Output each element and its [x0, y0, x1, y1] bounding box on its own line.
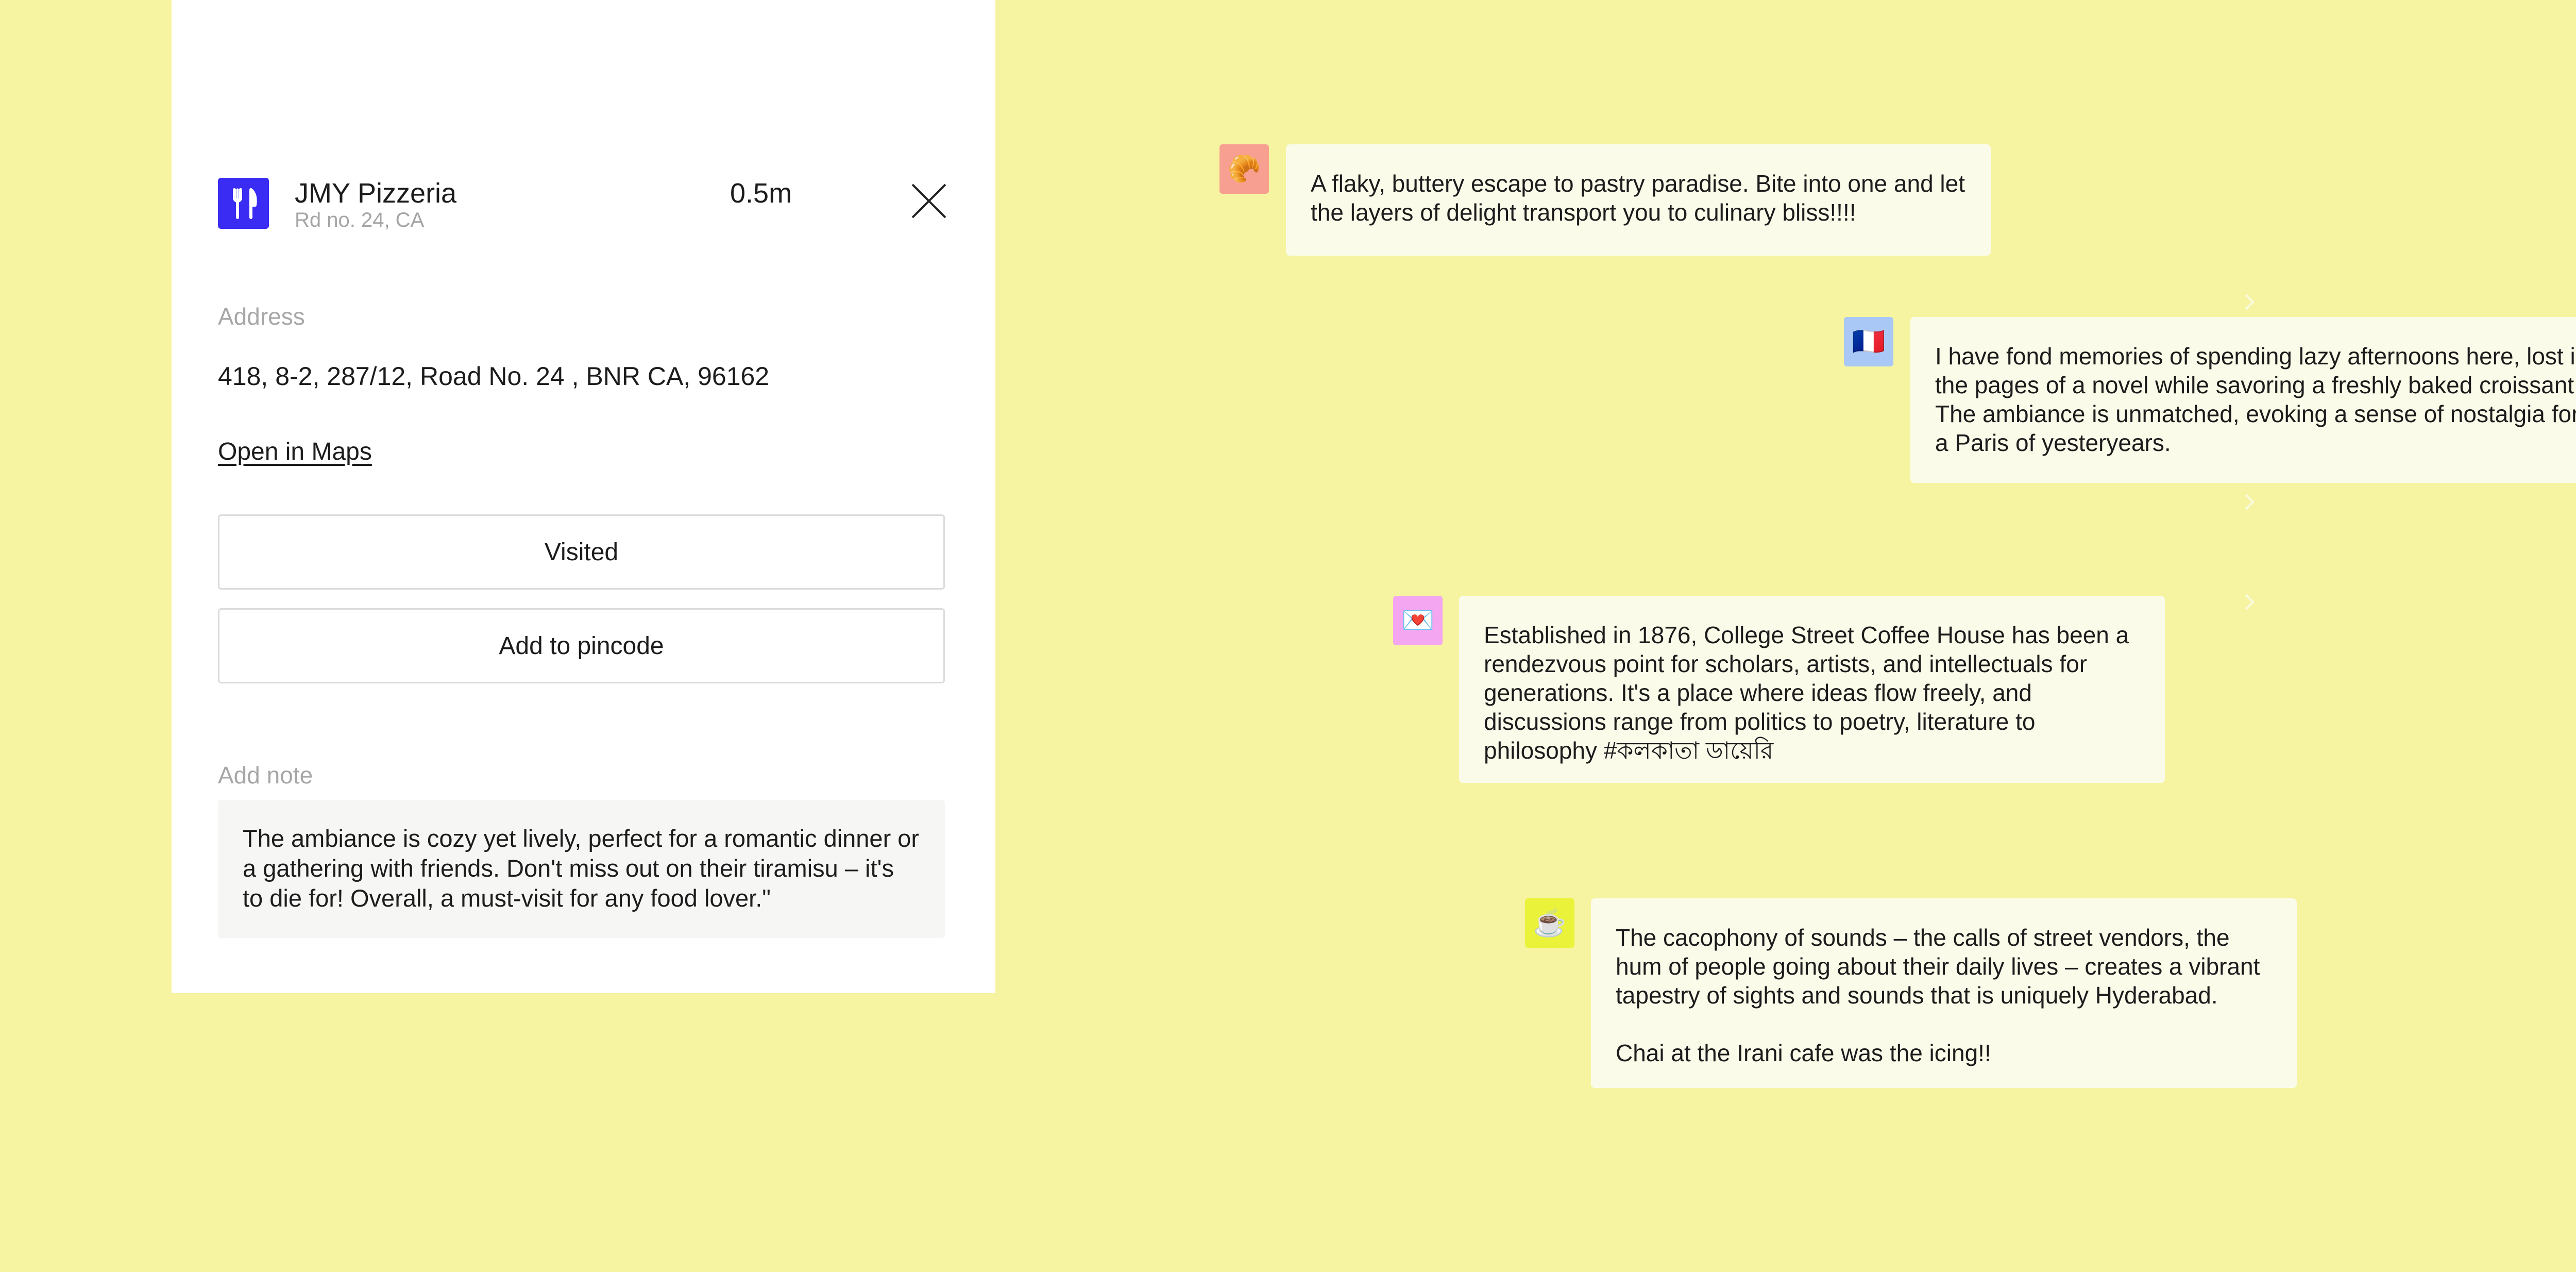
place-detail-panel: JMY Pizzeria Rd no. 24, CA 0.5m Address … — [172, 0, 995, 993]
add-to-pincode-button[interactable]: Add to pincode — [218, 608, 945, 683]
review-text: Chai at the Irani cafe was the icing!! — [1616, 1040, 1991, 1066]
close-button[interactable] — [906, 178, 952, 224]
note-field[interactable]: The ambiance is cozy yet lively, perfect… — [218, 800, 945, 938]
love-letter-icon: 💌 — [1393, 596, 1443, 645]
address-value: 418, 8-2, 287/12, Road No. 24 , BNR CA, … — [218, 362, 770, 391]
france-flag-icon: 🇫🇷 — [1844, 317, 1893, 366]
address-label: Address — [218, 303, 305, 330]
add-note-label: Add note — [218, 762, 313, 789]
review-bubble: Established in 1876, College Street Coff… — [1459, 596, 2165, 783]
review-bubble: I have fond memories of spending lazy af… — [1910, 317, 2576, 483]
place-header: JMY Pizzeria Rd no. 24, CA 0.5m — [218, 178, 946, 235]
utensils-icon — [218, 178, 269, 229]
visited-button[interactable]: Visited — [218, 514, 945, 590]
review-text: Established in 1876, College Street Coff… — [1484, 622, 2129, 764]
chevron-right-icon — [2245, 494, 2255, 510]
coffee-cup-icon: ☕ — [1525, 898, 1574, 948]
chevron-right-icon — [2245, 294, 2255, 310]
review-bubble: The cacophony of sounds – the calls of s… — [1591, 898, 2297, 1088]
place-name: JMY Pizzeria — [295, 178, 457, 209]
close-icon — [911, 183, 946, 219]
review-text: I have fond memories of spending lazy af… — [1935, 343, 2576, 456]
croissant-icon: 🥐 — [1219, 144, 1269, 194]
place-subtitle: Rd no. 24, CA — [295, 209, 425, 231]
chevron-right-icon — [2245, 594, 2255, 610]
review-bubble: A flaky, buttery escape to pastry paradi… — [1286, 144, 1991, 256]
place-distance: 0.5m — [730, 178, 792, 209]
open-in-maps-link[interactable]: Open in Maps — [218, 437, 372, 467]
review-text: A flaky, buttery escape to pastry paradi… — [1311, 170, 1965, 226]
review-text: The cacophony of sounds – the calls of s… — [1616, 924, 2260, 1009]
